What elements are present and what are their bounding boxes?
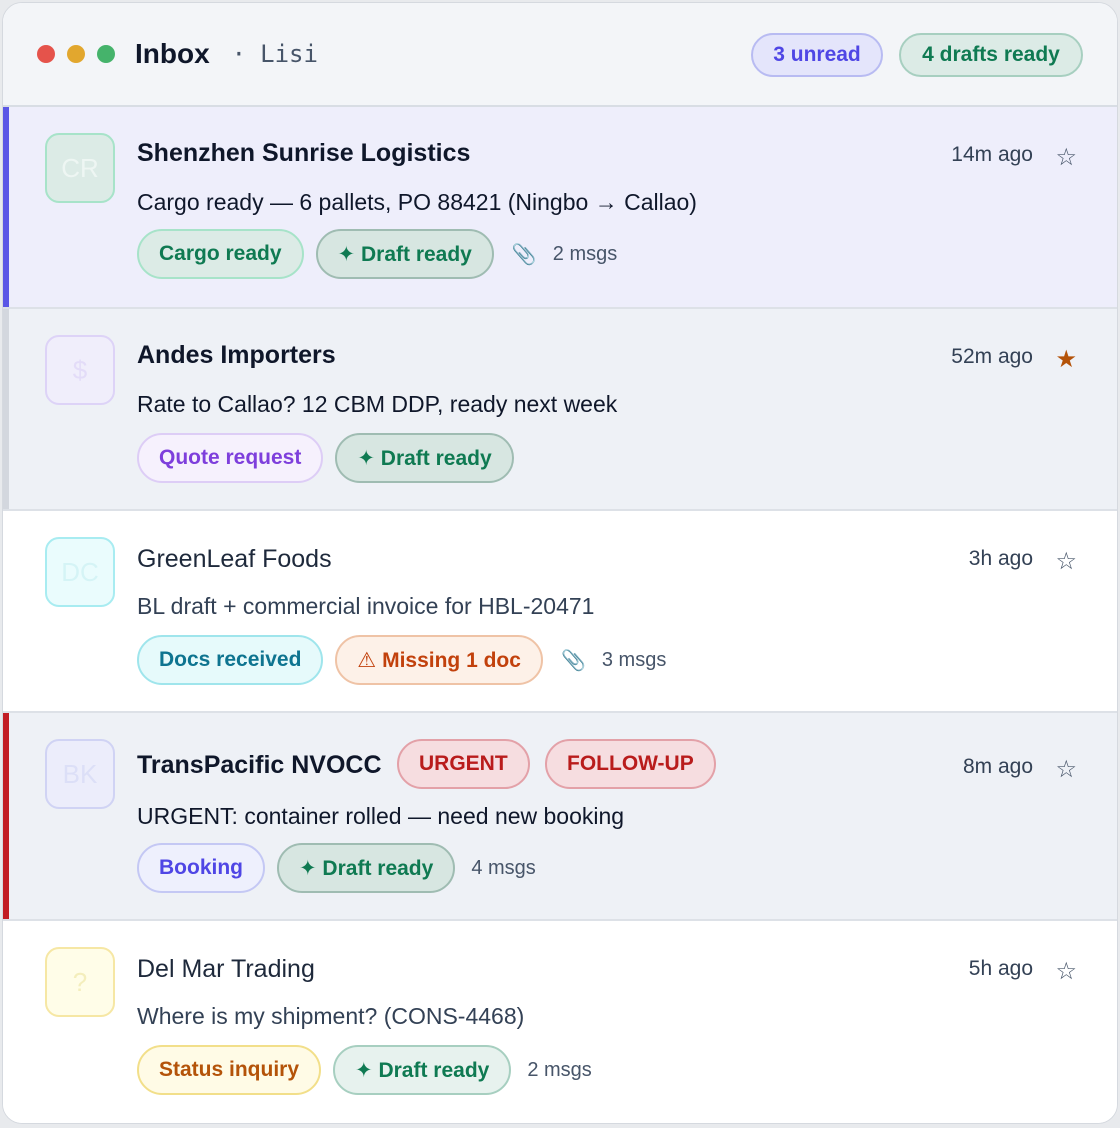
paperclip-icon: 📎 [511, 243, 537, 266]
draft-ready-tag[interactable]: ✦ Draft ready [335, 433, 514, 483]
star-icon[interactable]: ☆ [1055, 755, 1077, 784]
close-window-button[interactable] [37, 45, 55, 63]
message-count: 2 msgs [552, 242, 618, 265]
tag-list: Docs received ⚠ Missing 1 doc 📎 3 msgs [137, 635, 666, 685]
titlebar: Inbox · Lisi 3 unread 4 drafts ready [3, 3, 1117, 107]
sender-name: Andes Importers [137, 341, 336, 369]
window-controls [37, 45, 127, 63]
message-subject: Cargo ready — 6 pallets, PO 88421 (Ningb… [137, 189, 697, 215]
row-indicator [3, 309, 9, 509]
message-subject: URGENT: container rolled — need new book… [137, 803, 625, 829]
tag-list: Cargo ready ✦ Draft ready 📎 2 msgs [137, 229, 617, 279]
tag-status-inquiry[interactable]: Status inquiry [137, 1045, 322, 1095]
tag-quote-request[interactable]: Quote request [137, 433, 324, 483]
avatar: $ [45, 335, 115, 405]
draft-ready-tag[interactable]: ✦ Draft ready [333, 1045, 512, 1095]
tag-list: Status inquiry ✦ Draft ready 2 msgs [137, 1045, 592, 1095]
urgent-indicator [3, 713, 9, 919]
follow-up-flag[interactable]: FOLLOW-UP [545, 739, 716, 789]
star-icon[interactable]: ☆ [1055, 547, 1077, 576]
message-subject: Rate to Callao? 12 CBM DDP, ready next w… [137, 391, 618, 417]
tag-booking[interactable]: Booking [137, 843, 265, 893]
avatar: ? [45, 947, 115, 1017]
draft-ready-tag[interactable]: ✦ Draft ready [277, 843, 456, 893]
message-count: 3 msgs [601, 648, 667, 671]
title-separator: · [231, 40, 247, 68]
sender-name: GreenLeaf Foods [137, 545, 332, 573]
user-name: Lisi [260, 40, 318, 68]
star-icon[interactable]: ★ [1055, 345, 1077, 374]
tag-docs-received[interactable]: Docs received [137, 635, 324, 685]
message-count: 2 msgs [527, 1058, 592, 1081]
tag-missing-doc[interactable]: ⚠ Missing 1 doc [335, 635, 543, 685]
unread-count-badge[interactable]: 3 unread [751, 33, 883, 77]
avatar: BK [45, 739, 115, 809]
sender-name: Shenzhen Sunrise Logistics [137, 139, 471, 167]
paperclip-icon: 📎 [560, 649, 586, 672]
sender-name: TransPacific NVOCC [137, 751, 382, 779]
message-subject: Where is my shipment? (CONS-4468) [137, 1003, 525, 1029]
minimize-window-button[interactable] [67, 45, 85, 63]
message-time: 5h ago [968, 957, 1033, 980]
message-row[interactable]: $ Andes Importers Rate to Callao? 12 CBM… [3, 309, 1117, 511]
maximize-window-button[interactable] [97, 45, 115, 63]
page-title: Inbox [135, 38, 210, 69]
draft-ready-tag[interactable]: ✦ Draft ready [315, 229, 494, 279]
drafts-ready-badge[interactable]: 4 drafts ready [899, 33, 1083, 77]
tag-cargo-ready[interactable]: Cargo ready [137, 229, 304, 279]
star-icon[interactable]: ☆ [1055, 143, 1077, 172]
message-count: 4 msgs [471, 856, 536, 879]
message-time: 14m ago [951, 143, 1033, 166]
message-row[interactable]: BK TransPacific NVOCC URGENT FOLLOW-UP U… [3, 713, 1117, 921]
message-time: 3h ago [968, 547, 1033, 570]
avatar: DC [45, 537, 115, 607]
message-row[interactable]: ? Del Mar Trading Where is my shipment? … [3, 921, 1117, 1123]
unread-indicator [3, 107, 9, 307]
inbox-window: Inbox · Lisi 3 unread 4 drafts ready CR … [2, 2, 1118, 1124]
message-row[interactable]: CR Shenzhen Sunrise Logistics Cargo read… [3, 107, 1117, 309]
avatar: CR [45, 133, 115, 203]
message-time: 52m ago [951, 345, 1033, 368]
tag-list: Booking ✦ Draft ready 4 msgs [137, 843, 536, 893]
message-time: 8m ago [962, 755, 1033, 778]
sender-name: Del Mar Trading [137, 955, 315, 983]
star-icon[interactable]: ☆ [1055, 957, 1077, 986]
message-subject: BL draft + commercial invoice for HBL-20… [137, 593, 595, 619]
tag-list: Quote request ✦ Draft ready [137, 433, 526, 483]
message-row[interactable]: DC GreenLeaf Foods BL draft + commercial… [3, 511, 1117, 713]
urgent-flag[interactable]: URGENT [397, 739, 530, 789]
